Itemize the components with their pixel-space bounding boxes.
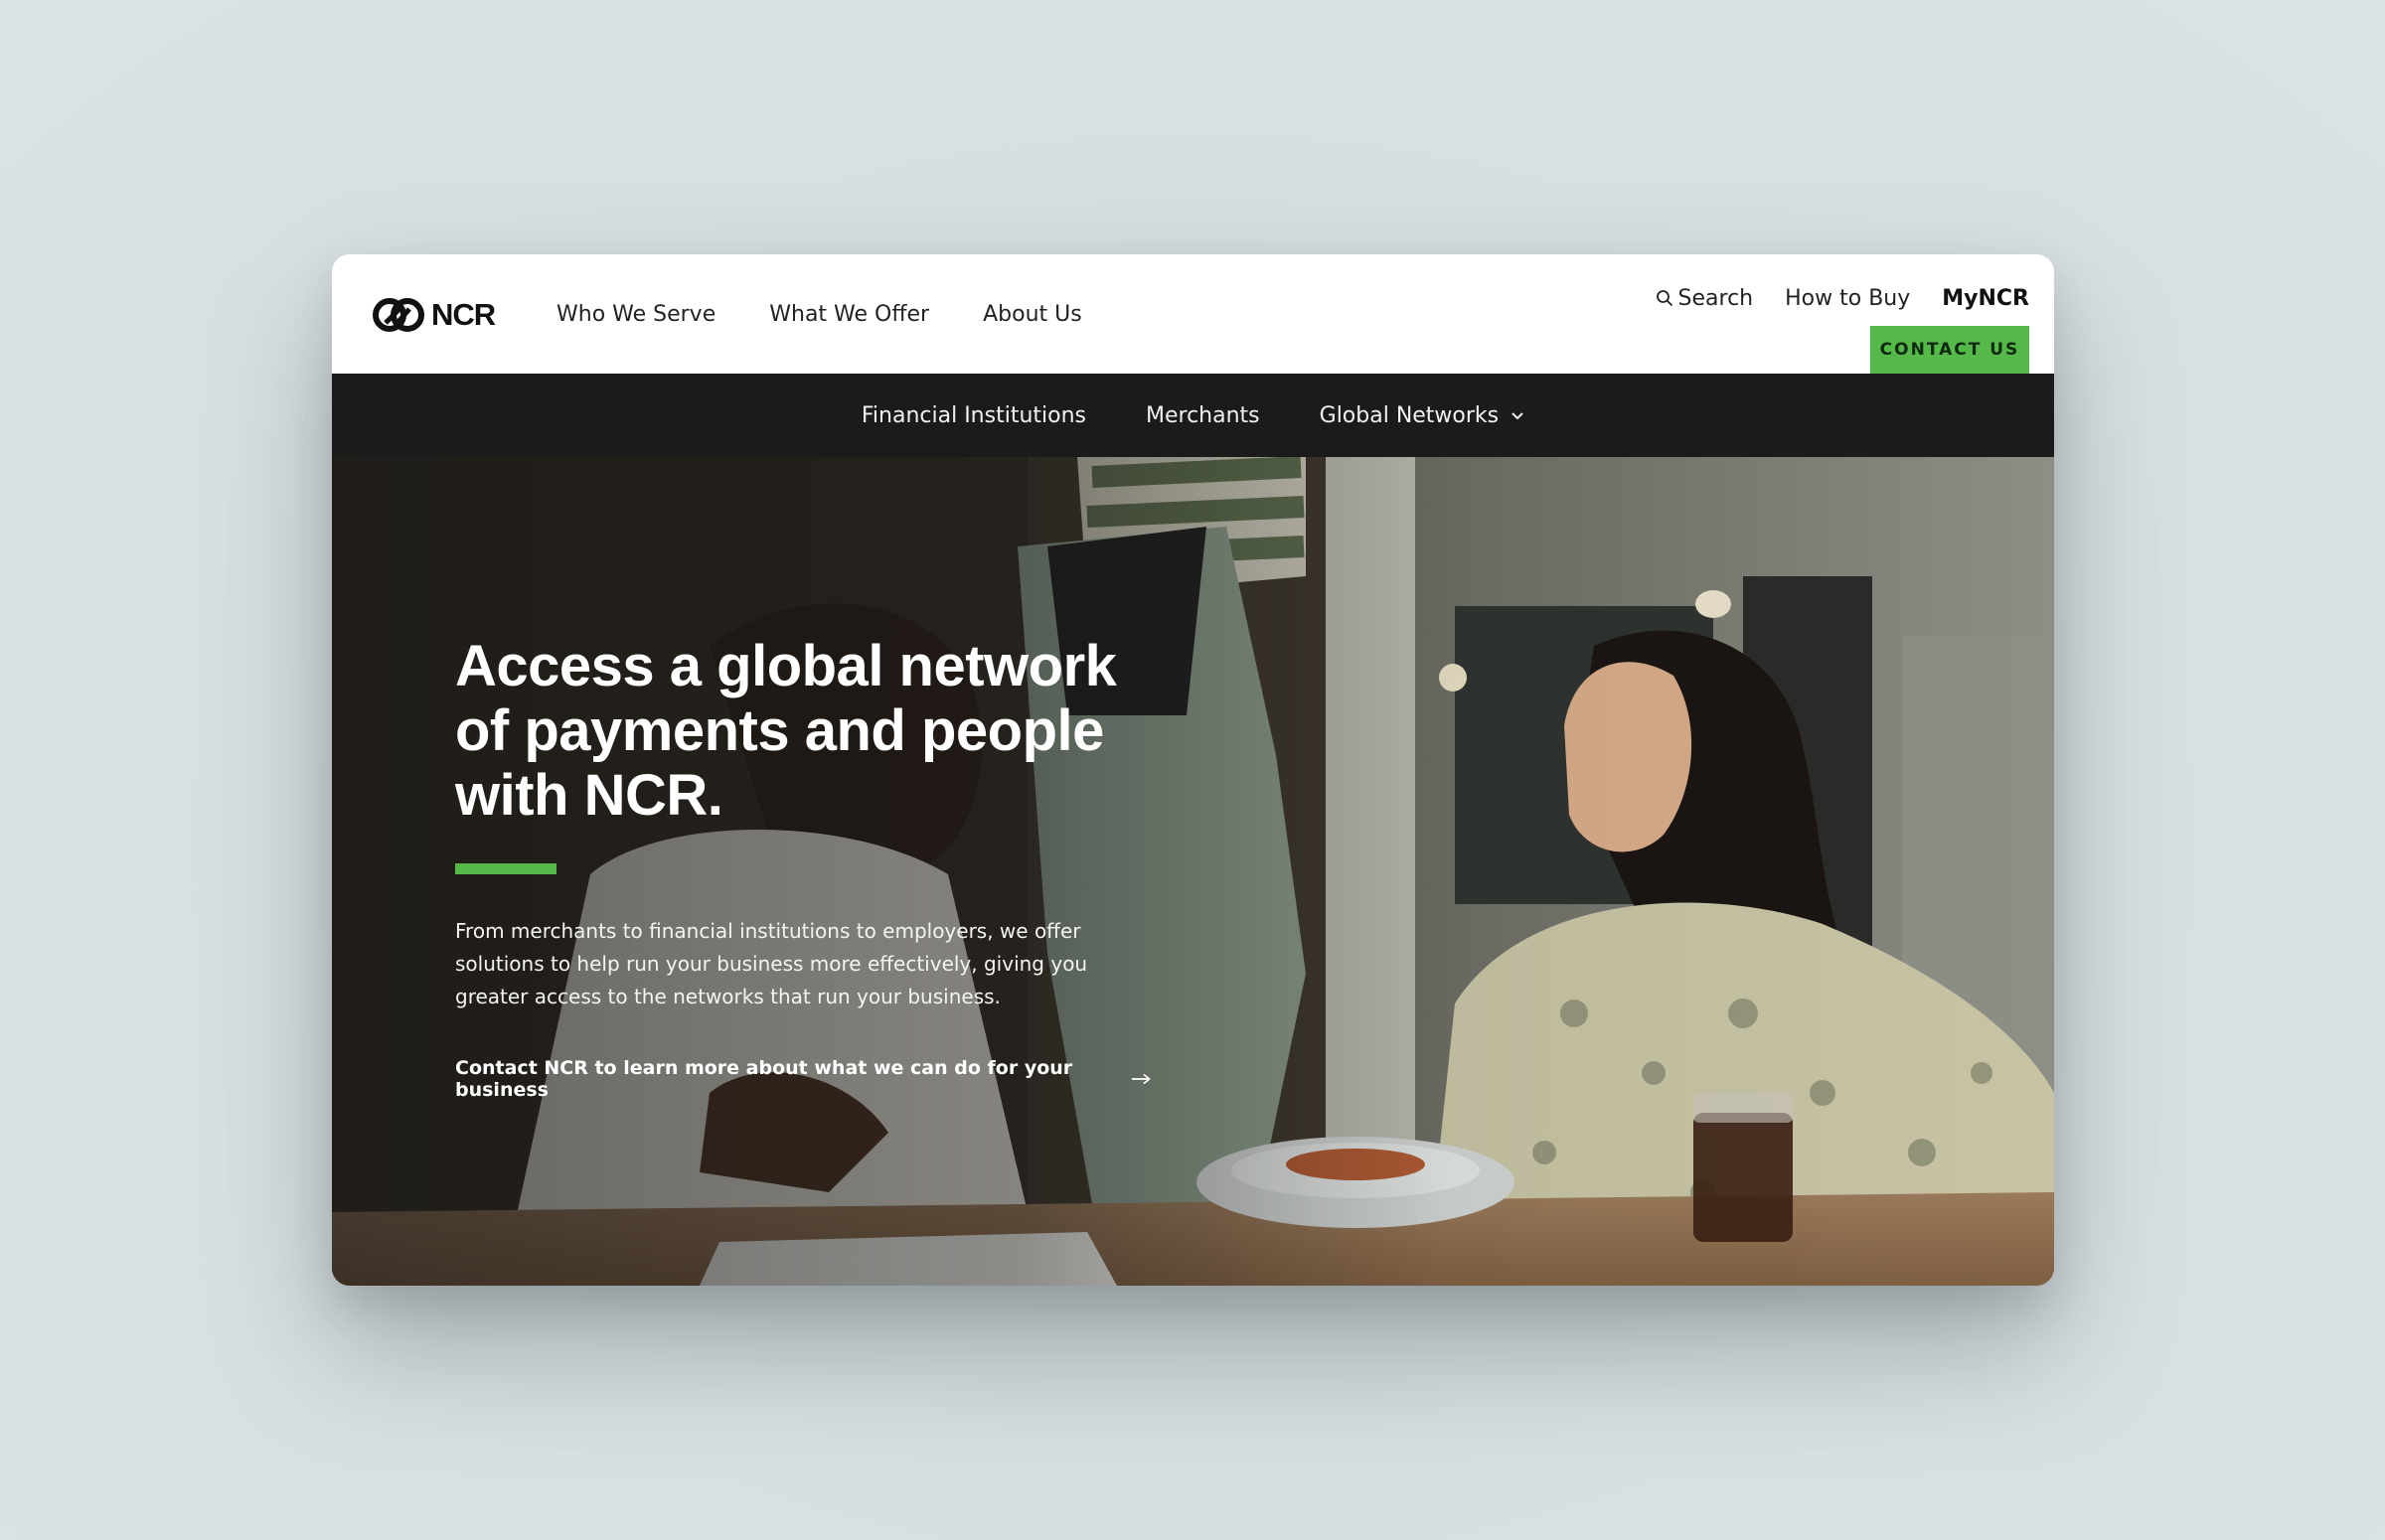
nav-what-we-offer[interactable]: What We Offer (769, 302, 929, 327)
sub-nav: Financial Institutions Merchants Global … (332, 374, 2054, 457)
arrow-right-icon (1131, 1073, 1151, 1085)
hero-description: From merchants to financial institutions… (455, 919, 1088, 1008)
how-to-buy-link[interactable]: How to Buy (1785, 286, 1910, 311)
logo-wordmark: NCR (431, 297, 496, 332)
browser-window: NCR Who We Serve What We Offer About Us … (332, 254, 2054, 1286)
subnav-global-networks-label: Global Networks (1319, 402, 1500, 428)
hero-section: Access a global network of payments and … (332, 457, 2054, 1286)
hero-cta-link[interactable]: Contact NCR to learn more about what we … (455, 1057, 1151, 1101)
accent-bar (455, 863, 556, 874)
nav-who-we-serve[interactable]: Who We Serve (556, 302, 716, 327)
utility-nav: Search How to Buy MyNCR (1624, 278, 2029, 318)
hero-title: Access a global network of payments and … (455, 634, 1117, 828)
search-icon (1656, 290, 1672, 306)
top-header: NCR Who We Serve What We Offer About Us … (332, 254, 2054, 374)
nav-about-us[interactable]: About Us (983, 302, 1082, 327)
ncr-logo[interactable]: NCR (372, 297, 496, 333)
myncr-link[interactable]: MyNCR (1942, 286, 2029, 311)
hero-content: Access a global network of payments and … (455, 634, 1151, 1101)
subnav-global-networks[interactable]: Global Networks (1320, 403, 1525, 428)
search-link[interactable]: Search (1656, 285, 1754, 311)
contact-us-button[interactable]: CONTACT US (1870, 326, 2029, 374)
hero-cta-label: Contact NCR to learn more about what we … (455, 1057, 1073, 1101)
search-label: Search (1677, 285, 1754, 311)
chevron-down-icon (1511, 412, 1523, 420)
ncr-logo-icon (373, 298, 424, 332)
main-nav: Who We Serve What We Offer About Us (556, 254, 1136, 374)
subnav-merchants[interactable]: Merchants (1146, 403, 1260, 428)
subnav-financial-institutions[interactable]: Financial Institutions (862, 403, 1086, 428)
